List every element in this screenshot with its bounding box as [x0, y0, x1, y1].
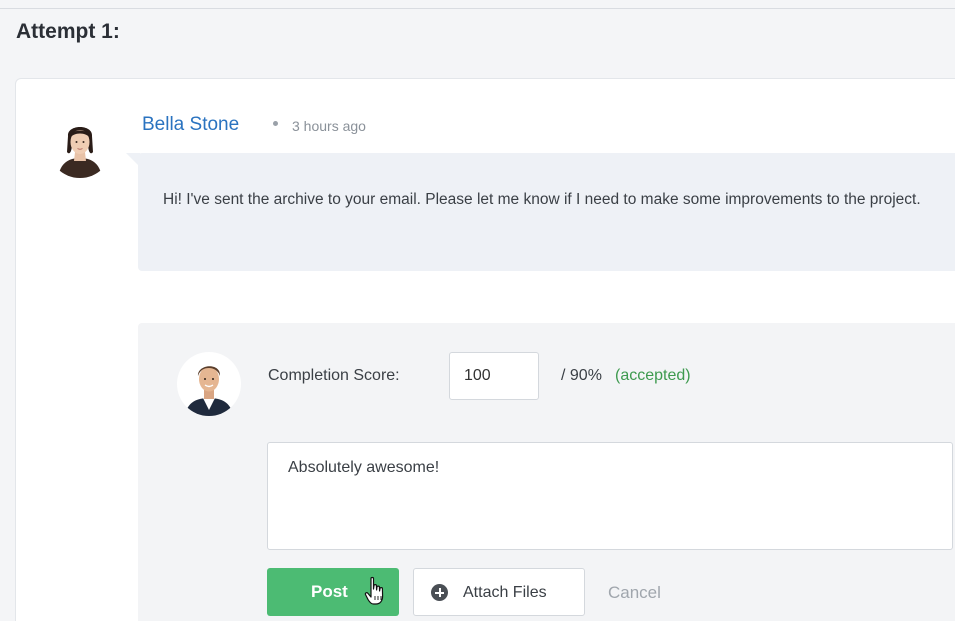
comment-message: Hi! I've sent the archive to your email.…: [163, 191, 921, 208]
top-divider: [0, 8, 955, 9]
feedback-textarea[interactable]: Absolutely awesome!: [267, 442, 953, 550]
page: Attempt 1: Bella Stone 3 hours ago Hi! I…: [0, 0, 955, 621]
completion-score-label: Completion Score:: [268, 367, 400, 384]
post-button-label: Post: [311, 582, 348, 601]
attach-files-label: Attach Files: [463, 584, 547, 601]
plus-circle-icon: [431, 584, 448, 601]
attach-files-button[interactable]: Attach Files: [413, 568, 585, 616]
score-max: / 90%: [561, 367, 602, 384]
cancel-link[interactable]: Cancel: [608, 583, 661, 603]
hand-pointer-icon: [364, 576, 384, 605]
author-avatar[interactable]: [48, 114, 112, 178]
author-name-link[interactable]: Bella Stone: [142, 114, 239, 136]
grader-avatar[interactable]: [177, 352, 241, 416]
attempt-heading: Attempt 1:: [16, 20, 120, 43]
female-user-avatar-icon: [48, 114, 112, 178]
comment-timestamp: 3 hours ago: [292, 118, 366, 134]
male-user-avatar-icon: [177, 352, 241, 416]
completion-score-input[interactable]: [449, 352, 539, 400]
meta-separator-dot: [273, 121, 278, 126]
score-status: (accepted): [615, 367, 691, 384]
